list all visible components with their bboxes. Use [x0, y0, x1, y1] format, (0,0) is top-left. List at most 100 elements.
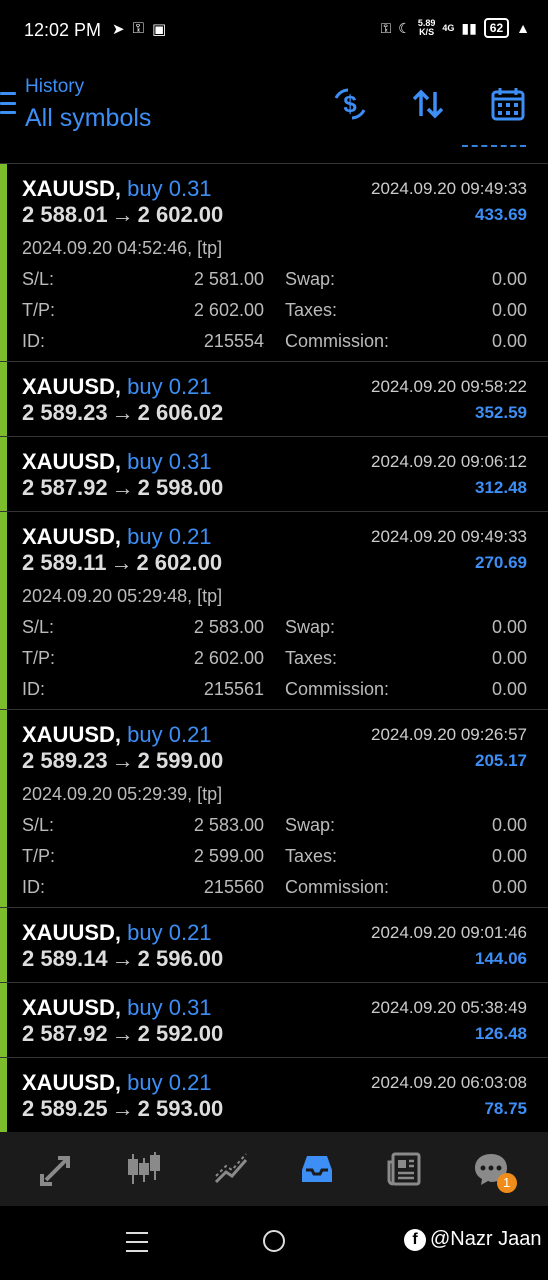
trade-row[interactable]: XAUUSD, buy 0.21 2 589.25 → 2 593.00 2024.09… [0, 1058, 548, 1133]
facebook-icon: f [404, 1228, 426, 1251]
sl-label: S/L: [22, 269, 55, 289]
trade-prices: 2 589.14 → 2 596.00 [22, 946, 223, 972]
close-time: 2024.09.20 09:49:33 [371, 527, 527, 546]
trade-side-volume: buy 0.21 [127, 722, 212, 747]
status-time: 12:02 PM [24, 20, 102, 40]
close-time: 2024.09.20 09:49:33 [371, 179, 527, 198]
trade-side-volume: buy 0.21 [127, 1070, 212, 1095]
trade-prices: 2 589.25 → 2 593.00 [22, 1096, 223, 1122]
trade-side-volume: buy 0.31 [127, 176, 212, 201]
id-label: ID: [22, 877, 46, 897]
sort-arrows-icon [412, 89, 444, 119]
nav-quotes[interactable] [27, 1139, 87, 1199]
trade-symbol: XAUUSD, buy 0.21 [22, 524, 212, 549]
commission-value: 0.00 [491, 679, 527, 699]
open-price: 2 588.01 [22, 202, 108, 227]
trade-row[interactable]: XAUUSD, buy 0.21 2 589.23 → 2 606.02 2024.09… [0, 362, 548, 437]
symbol-filter-title[interactable]: All symbols [25, 104, 151, 133]
taxes-value: 0.00 [491, 300, 527, 320]
trade-row[interactable]: XAUUSD, buy 0.21 2 589.23 → 2 599.00 2024.09… [0, 710, 548, 908]
trade-side-volume: buy 0.31 [127, 995, 212, 1020]
trade-prices: 2 587.92 → 2 598.00 [22, 475, 223, 501]
trade-profit: 312.48 [475, 478, 527, 497]
buy-indicator-bar [0, 437, 7, 511]
trade-row[interactable]: XAUUSD, buy 0.31 2 588.01 → 2 602.00 2024.09… [0, 164, 548, 362]
nav-chat[interactable]: 1 [461, 1139, 521, 1199]
swap-label: Swap: [285, 617, 336, 637]
trade-icon [214, 1153, 247, 1184]
trade-side-volume: buy 0.31 [127, 449, 212, 474]
period-button[interactable] [488, 84, 528, 124]
calendar-icon [491, 88, 525, 121]
open-time: 2024.09.20 05:29:39, [tp] [22, 784, 223, 804]
trade-symbol: XAUUSD, buy 0.31 [22, 449, 212, 474]
home-icon[interactable] [263, 1230, 285, 1252]
nav-news[interactable] [374, 1139, 434, 1199]
trade-prices: 2 589.11 → 2 602.00 [22, 550, 222, 576]
tp-value: 2 602.00 [193, 648, 264, 668]
open-price: 2 589.23 [22, 748, 108, 773]
chart-candles-icon [127, 1152, 160, 1184]
sl-value: 2 583.00 [193, 815, 264, 835]
swap-label: Swap: [285, 815, 336, 835]
telegram-icon: ➤ [112, 21, 125, 38]
close-price: 2 592.00 [137, 1021, 224, 1046]
nav-trade[interactable] [201, 1139, 261, 1199]
swap-value: 0.00 [491, 815, 527, 835]
sort-button[interactable] [408, 84, 448, 124]
swap-label: Swap: [285, 269, 336, 289]
close-time: 2024.09.20 09:06:12 [371, 452, 527, 471]
close-price: 2 602.00 [137, 202, 224, 227]
trade-row[interactable]: XAUUSD, buy 0.21 2 589.11 → 2 602.00 2024.09… [0, 512, 548, 710]
tp-value: 2 599.00 [193, 846, 264, 866]
commission-value: 0.00 [491, 877, 527, 897]
close-price: 2 596.00 [137, 946, 224, 971]
open-price: 2 589.23 [22, 400, 108, 425]
price-arrow: → [111, 1021, 134, 1046]
close-time: 2024.09.20 09:58:22 [371, 377, 527, 396]
signal-icon: ▮▮ [461, 19, 477, 36]
swap-value: 0.00 [491, 617, 527, 637]
sl-label: S/L: [22, 815, 55, 835]
network-type: 4G [442, 22, 455, 33]
commission-value: 0.00 [491, 331, 527, 351]
sl-value: 2 581.00 [193, 269, 264, 289]
quotes-icon [40, 1156, 71, 1186]
open-price: 2 589.25 [22, 1096, 108, 1121]
bottom-navigation: 1 [0, 1132, 548, 1206]
trade-row[interactable]: XAUUSD, buy 0.21 2 589.14 → 2 596.00 2024.09… [0, 908, 548, 983]
net-speed: 5.89 K/S [417, 18, 436, 37]
nav-chart[interactable] [114, 1139, 174, 1199]
id-value: 215561 [203, 679, 264, 699]
id-value: 215554 [203, 331, 264, 351]
menu-icon[interactable] [0, 92, 16, 114]
commission-label: Commission: [285, 679, 390, 699]
close-price: 2 599.00 [137, 748, 224, 773]
close-time: 2024.09.20 09:26:57 [371, 725, 527, 744]
deposit-filter-button[interactable]: $ [330, 84, 370, 124]
trade-row[interactable]: XAUUSD, buy 0.31 2 587.92 → 2 592.00 2024.09… [0, 983, 548, 1058]
trade-history-list[interactable]: XAUUSD, buy 0.31 2 588.01 → 2 602.00 2024.09… [0, 164, 548, 1133]
buy-indicator-bar [0, 362, 7, 436]
price-arrow: → [111, 946, 134, 971]
nav-history[interactable] [287, 1139, 347, 1199]
price-arrow: → [111, 202, 134, 227]
trade-symbol: XAUUSD, buy 0.31 [22, 176, 212, 201]
open-time: 2024.09.20 05:29:48, [tp] [22, 586, 223, 606]
trade-prices: 2 589.23 → 2 599.00 [22, 748, 223, 774]
watermark: f @Nazr Jaan [404, 1228, 541, 1251]
close-price: 2 606.02 [137, 400, 224, 425]
taxes-label: Taxes: [285, 648, 338, 668]
trade-symbol: XAUUSD, buy 0.21 [22, 374, 212, 399]
buy-indicator-bar [0, 512, 7, 709]
open-price: 2 589.14 [22, 946, 108, 971]
close-price: 2 593.00 [137, 1096, 224, 1121]
open-time: 2024.09.20 04:52:46, [tp] [22, 238, 223, 258]
trade-profit: 270.69 [475, 553, 527, 572]
commission-label: Commission: [285, 331, 390, 351]
trade-profit: 433.69 [475, 205, 527, 224]
buy-indicator-bar [0, 908, 7, 982]
recent-apps-icon[interactable] [126, 1232, 148, 1252]
trade-profit: 352.59 [475, 403, 527, 422]
trade-row[interactable]: XAUUSD, buy 0.31 2 587.92 → 2 598.00 2024.09… [0, 437, 548, 512]
